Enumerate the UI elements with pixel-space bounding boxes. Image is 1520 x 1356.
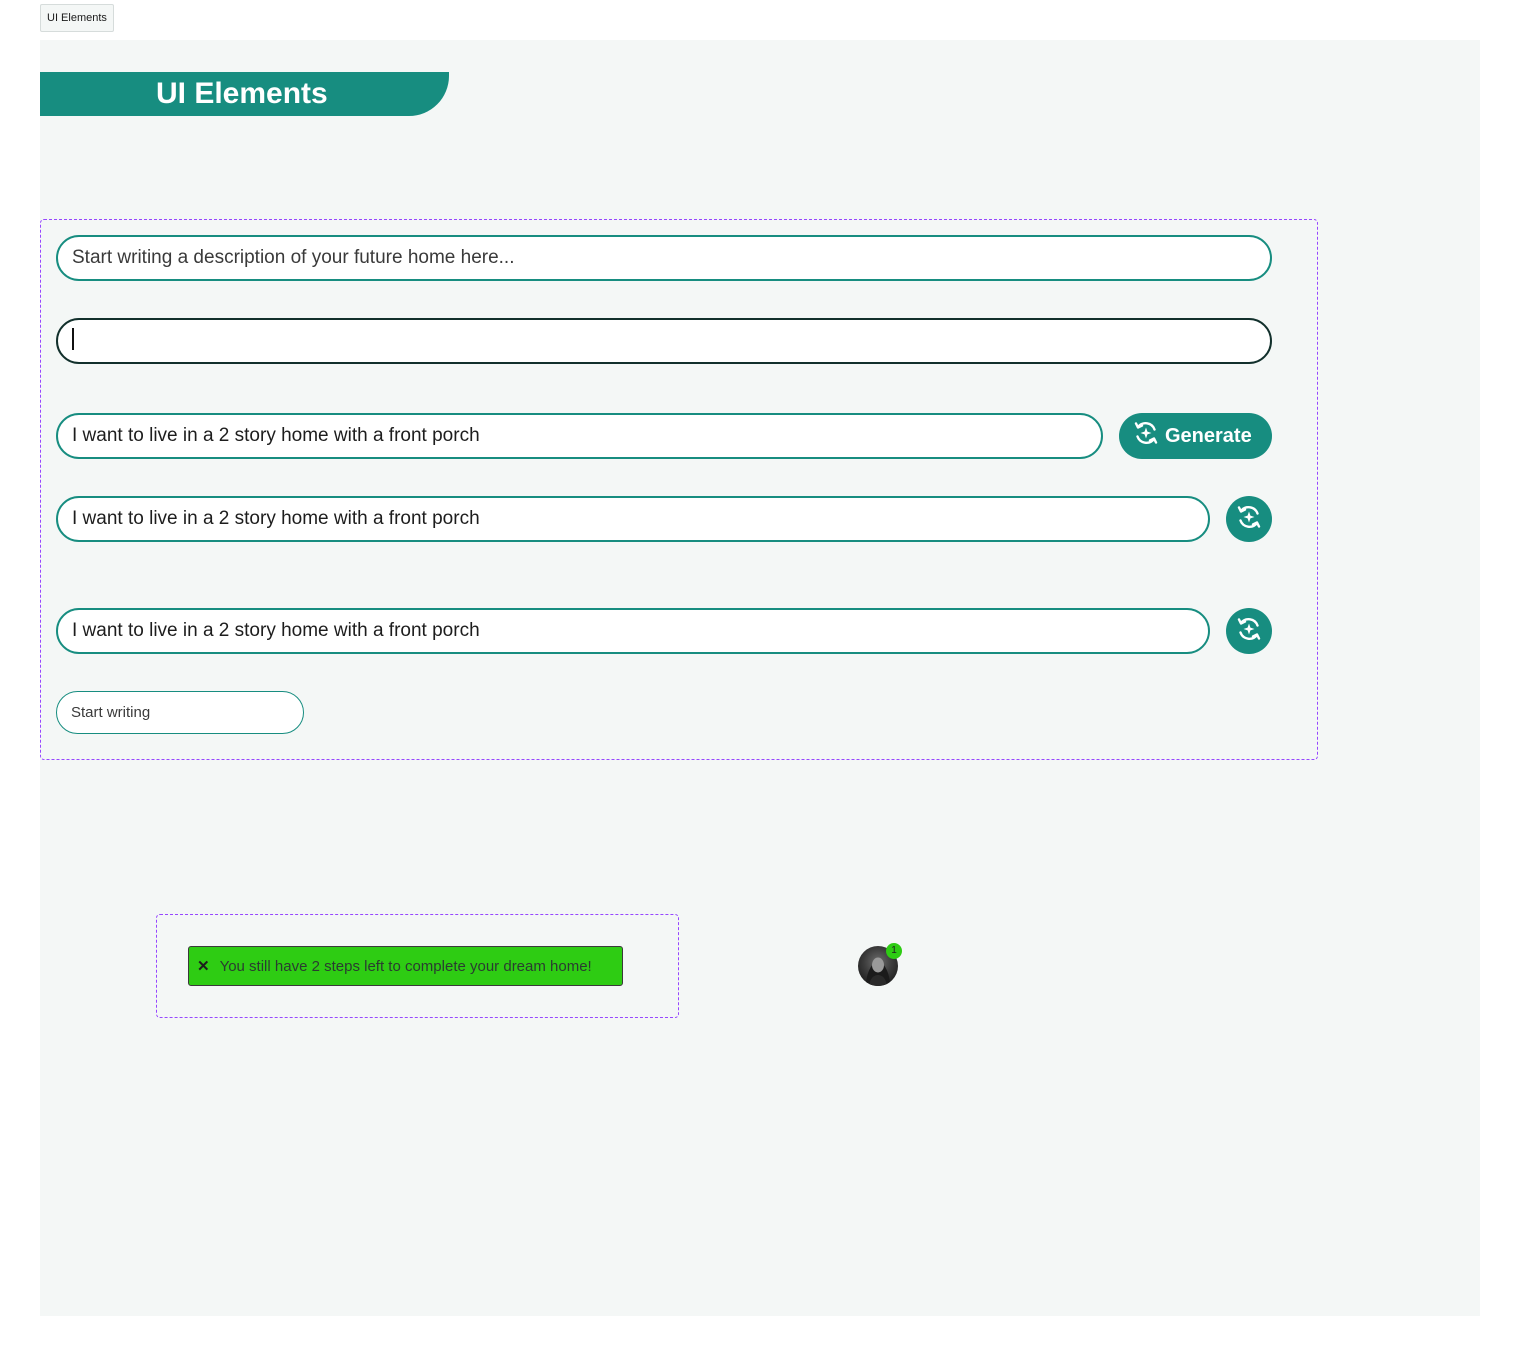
toast-frame: ✕ You still have 2 steps left to complet… <box>156 914 679 1018</box>
page-title: UI Elements <box>40 72 449 116</box>
generate-button[interactable]: Generate <box>1119 413 1272 459</box>
sparkle-refresh-icon <box>1236 616 1262 647</box>
notification-badge: 1 <box>886 943 902 959</box>
generate-icon-button[interactable] <box>1226 496 1272 542</box>
description-value: I want to live in a 2 story home with a … <box>72 620 480 641</box>
generate-icon-button[interactable] <box>1226 608 1272 654</box>
description-input-empty[interactable]: Start writing a description of your futu… <box>56 235 1272 281</box>
description-value: I want to live in a 2 story home with a … <box>72 508 480 529</box>
tab-label[interactable]: UI Elements <box>40 4 114 32</box>
toast-message: You still have 2 steps left to complete … <box>219 957 592 975</box>
description-value: I want to live in a 2 story home with a … <box>72 425 480 446</box>
description-input-with-icon-1[interactable]: I want to live in a 2 story home with a … <box>56 496 1210 542</box>
canvas: UI Elements Start writing a description … <box>40 40 1480 1316</box>
short-text-placeholder: Start writing <box>71 704 151 721</box>
close-icon[interactable]: ✕ <box>197 957 210 975</box>
user-avatar[interactable]: 1 <box>858 943 902 986</box>
sparkle-refresh-icon <box>1236 504 1262 535</box>
sparkle-refresh-icon <box>1133 420 1159 452</box>
generate-button-label: Generate <box>1165 424 1252 447</box>
text-caret <box>72 328 74 351</box>
progress-toast: ✕ You still have 2 steps left to complet… <box>188 946 623 986</box>
description-input-with-icon-2[interactable]: I want to live in a 2 story home with a … <box>56 608 1210 654</box>
description-input-focused[interactable] <box>56 318 1272 364</box>
description-placeholder: Start writing a description of your futu… <box>72 247 515 268</box>
inputs-frame: Start writing a description of your futu… <box>40 219 1318 760</box>
description-input-with-generate[interactable]: I want to live in a 2 story home with a … <box>56 413 1103 459</box>
short-text-input[interactable]: Start writing <box>56 691 304 734</box>
